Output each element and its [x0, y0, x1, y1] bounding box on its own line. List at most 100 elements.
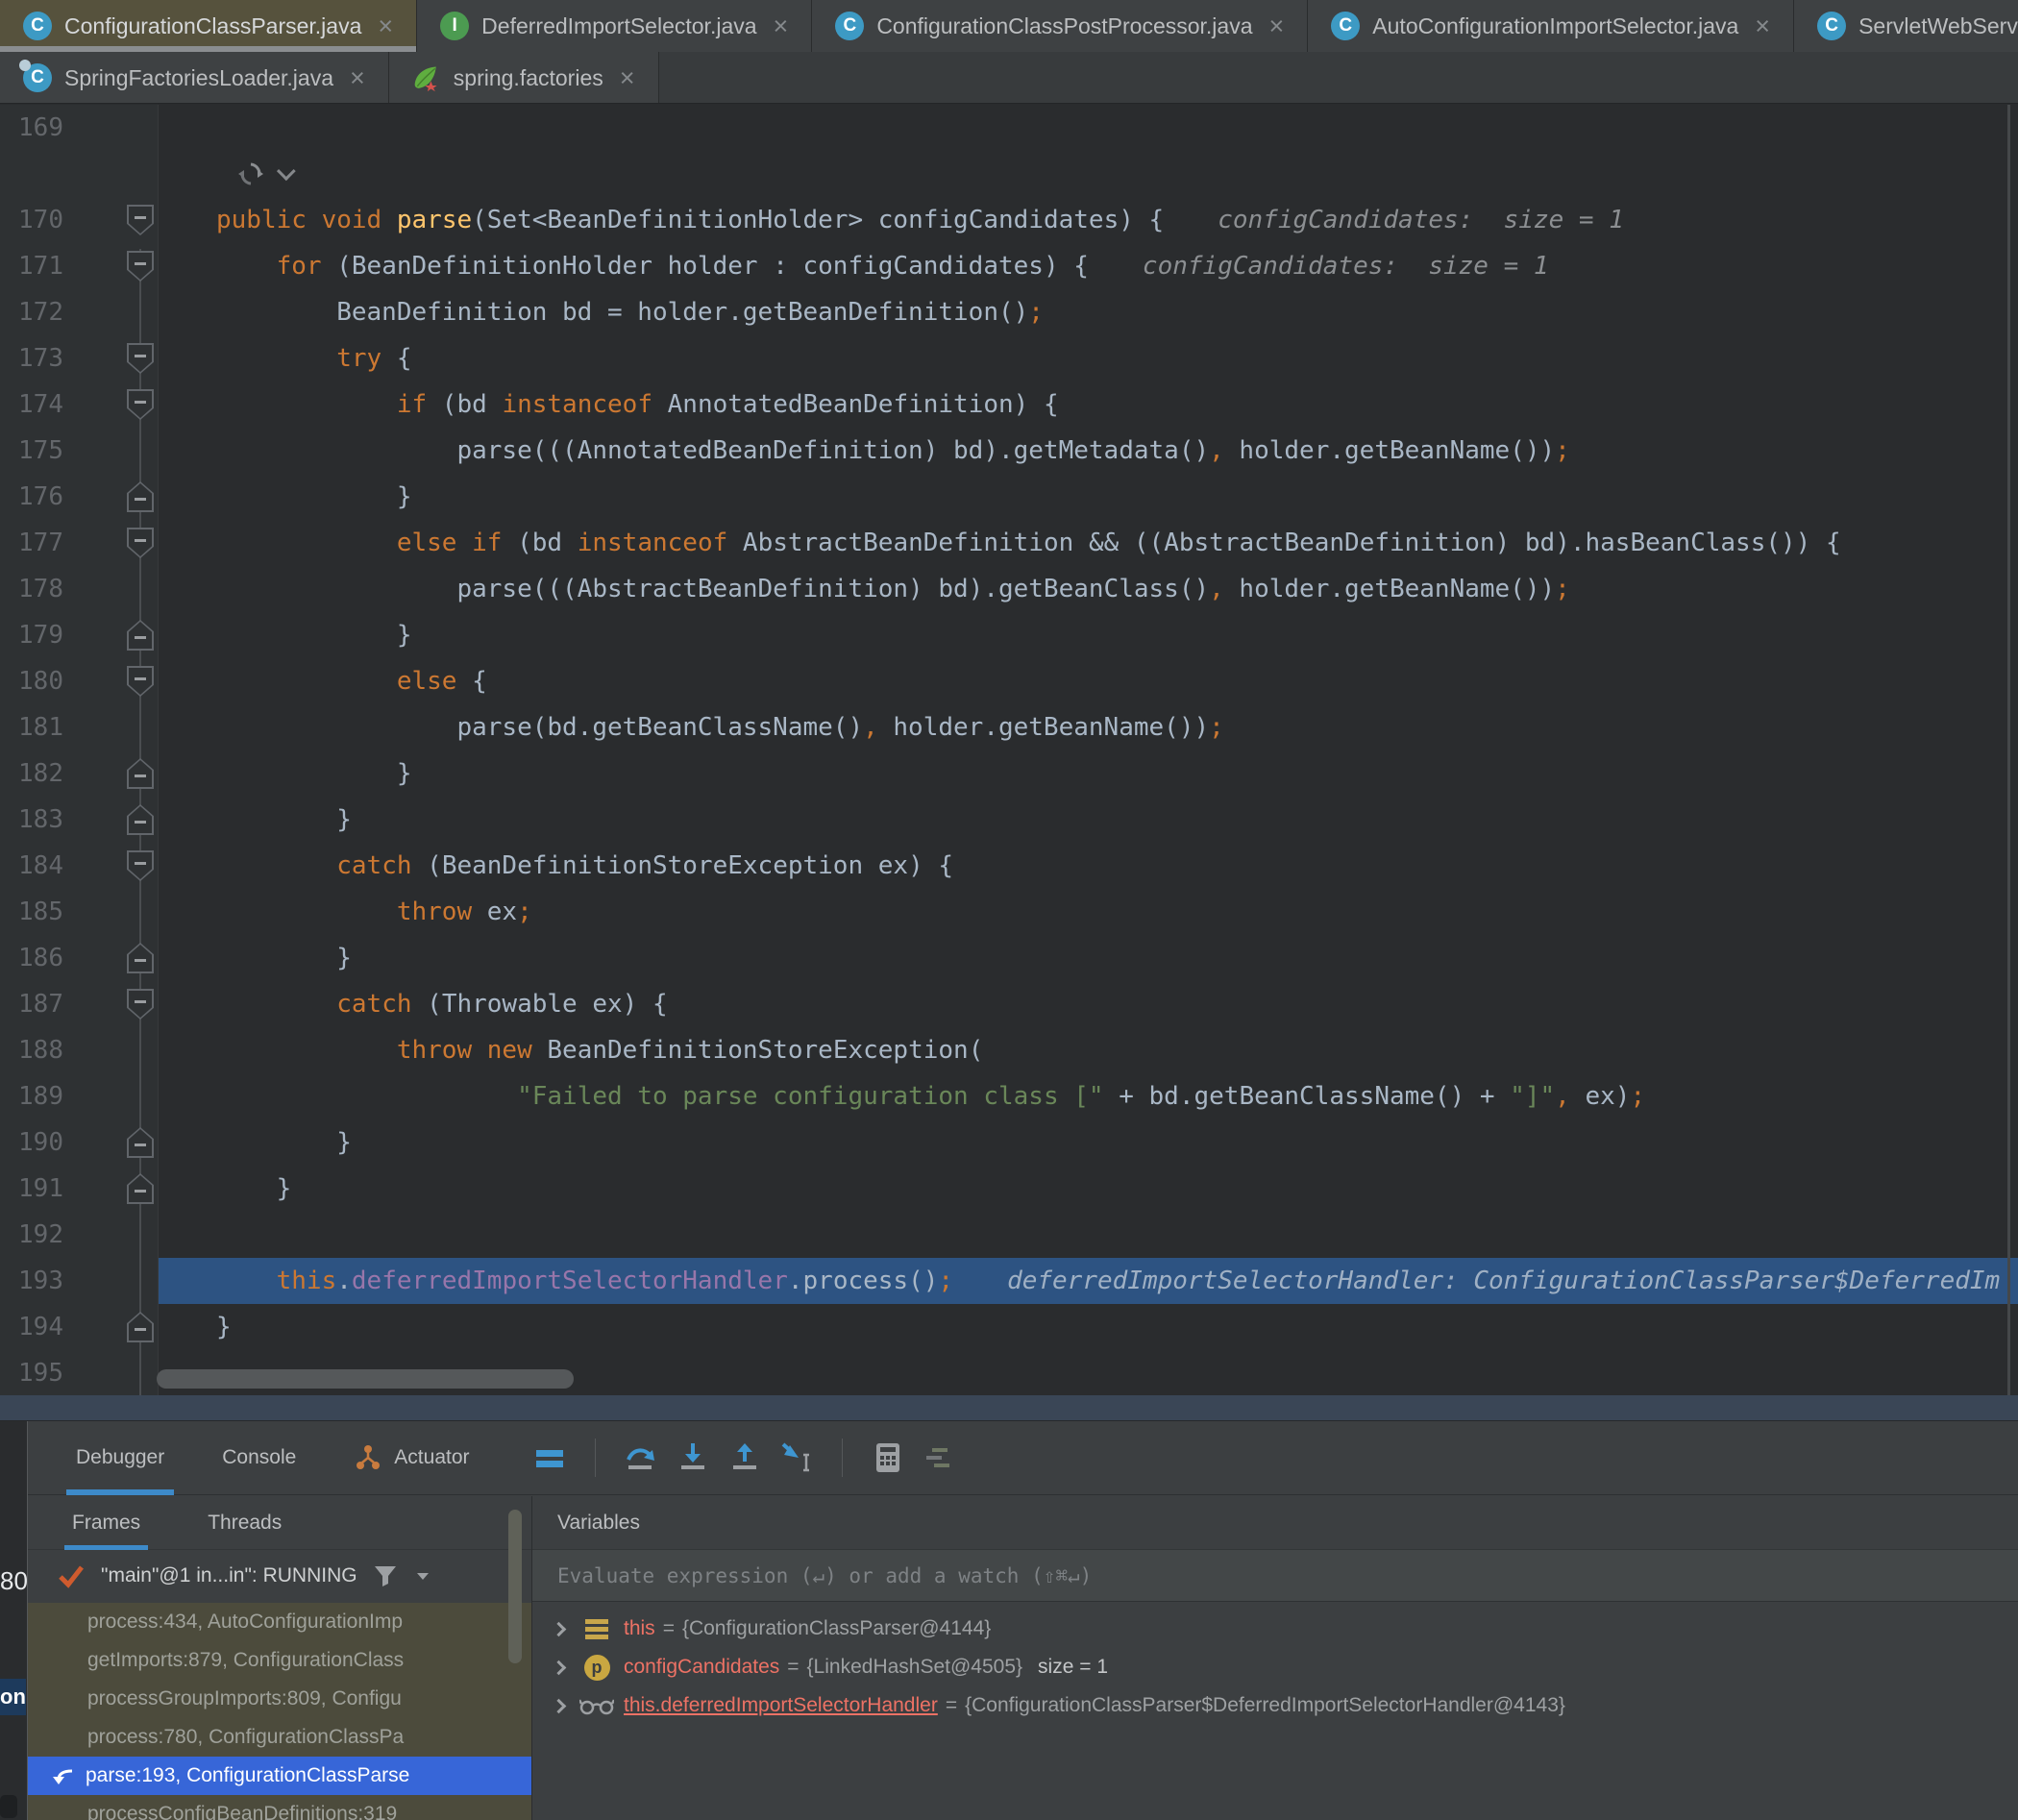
code-line-gutter[interactable]: 174: [0, 381, 159, 428]
fold-marker-icon[interactable]: [127, 620, 154, 651]
code-line-gutter[interactable]: 170: [0, 197, 159, 243]
java-class-file-icon: C: [1331, 12, 1360, 40]
code-line: 192: [0, 1212, 2018, 1258]
filter-funnel-icon[interactable]: [373, 1563, 398, 1588]
expand-chevron-icon[interactable]: [552, 1621, 567, 1636]
fold-marker-icon[interactable]: [127, 804, 154, 835]
code-line-gutter[interactable]: 192: [0, 1212, 159, 1258]
code-line-gutter[interactable]: 189: [0, 1073, 159, 1119]
code-line-gutter[interactable]: 169: [0, 105, 159, 151]
close-tab-icon[interactable]: ×: [774, 13, 789, 39]
code-line-gutter[interactable]: 177: [0, 520, 159, 566]
fold-marker-icon[interactable]: [127, 943, 154, 973]
editor-horizontal-scrollbar[interactable]: [157, 1369, 574, 1389]
close-tab-icon[interactable]: ×: [1269, 13, 1285, 39]
fold-marker-icon[interactable]: [127, 251, 154, 282]
code-line-gutter[interactable]: 193: [0, 1258, 159, 1304]
code-line-gutter[interactable]: 185: [0, 889, 159, 935]
close-tab-icon[interactable]: ×: [378, 13, 393, 39]
fold-marker-icon[interactable]: [127, 989, 154, 1020]
inlay-actions[interactable]: [159, 151, 2018, 197]
code-line-gutter[interactable]: 186: [0, 935, 159, 981]
show-execution-point-button[interactable]: [531, 1439, 568, 1476]
expand-chevron-icon[interactable]: [552, 1698, 567, 1713]
close-tab-icon[interactable]: ×: [1755, 13, 1770, 39]
code-line-gutter[interactable]: 183: [0, 797, 159, 843]
editor-vertical-scrollbar[interactable]: [2007, 105, 2010, 1395]
code-line-gutter[interactable]: 181: [0, 704, 159, 750]
code-line-gutter[interactable]: 179: [0, 612, 159, 658]
fold-marker-icon[interactable]: [127, 850, 154, 881]
toolbar-separator: [842, 1439, 843, 1477]
tab-debugger[interactable]: Debugger: [72, 1421, 168, 1495]
editor-tab-autoconfigurationimportselector-java[interactable]: CAutoConfigurationImportSelector.java×: [1308, 0, 1794, 52]
editor-tab-configurationclasspostprocessor-java[interactable]: CConfigurationClassPostProcessor.java×: [812, 0, 1308, 52]
stack-frame-row[interactable]: processGroupImports:809, Configu: [28, 1680, 531, 1718]
code-line-gutter[interactable]: 190: [0, 1119, 159, 1166]
step-into-button[interactable]: [675, 1439, 711, 1476]
code-line-gutter[interactable]: 182: [0, 750, 159, 797]
editor-tab-configurationclassparser-java[interactable]: CConfigurationClassParser.java×: [0, 0, 417, 52]
code-token: .process(): [788, 1267, 939, 1295]
frames-scrollbar[interactable]: [508, 1510, 522, 1663]
code-line-gutter[interactable]: 191: [0, 1166, 159, 1212]
code-line-gutter[interactable]: 171: [0, 243, 159, 289]
code-line-gutter[interactable]: 180: [0, 658, 159, 704]
run-to-cursor-button[interactable]: [778, 1439, 815, 1476]
stack-frame-row[interactable]: getImports:879, ConfigurationClass: [28, 1641, 531, 1680]
tab-frames[interactable]: Frames: [72, 1496, 140, 1550]
variable-row[interactable]: this={ConfigurationClassParser@4144}: [532, 1610, 2018, 1648]
variable-row[interactable]: this.deferredImportSelectorHandler={Conf…: [532, 1686, 2018, 1725]
code-token: parse(((AbstractBeanDefinition) bd).getB…: [216, 575, 1209, 603]
fold-marker-icon[interactable]: [127, 343, 154, 374]
code-token: if: [472, 529, 502, 557]
close-tab-icon[interactable]: ×: [620, 65, 635, 91]
fold-marker-icon[interactable]: [127, 389, 154, 420]
code-line-gutter[interactable]: 176: [0, 474, 159, 520]
code-token: [216, 252, 277, 281]
fold-marker-icon[interactable]: [127, 1127, 154, 1158]
code-line-gutter[interactable]: 173: [0, 335, 159, 381]
stack-frame-row[interactable]: process:780, ConfigurationClassPa: [28, 1718, 531, 1757]
editor-tab-springfactoriesloader-java[interactable]: CSpringFactoriesLoader.java×: [0, 52, 389, 104]
fold-marker-icon[interactable]: [127, 1312, 154, 1342]
code-line-gutter[interactable]: 187: [0, 981, 159, 1027]
stack-frame-row[interactable]: parse:193, ConfigurationClassParse: [28, 1757, 531, 1795]
fold-marker-icon[interactable]: [127, 481, 154, 512]
code-line-gutter[interactable]: 188: [0, 1027, 159, 1073]
variable-row[interactable]: pconfigCandidates={LinkedHashSet@4505}si…: [532, 1648, 2018, 1686]
code-line-gutter[interactable]: 184: [0, 843, 159, 889]
code-line-gutter[interactable]: 178: [0, 566, 159, 612]
fold-marker-icon[interactable]: [127, 1173, 154, 1204]
editor-tab-spring-factories[interactable]: spring.factories×: [389, 52, 659, 104]
code-token: [216, 667, 397, 696]
layout-settings-button[interactable]: [922, 1439, 958, 1476]
step-out-button[interactable]: [726, 1439, 763, 1476]
stack-frame-row[interactable]: process:434, AutoConfigurationImp: [28, 1603, 531, 1641]
code-line-gutter[interactable]: 175: [0, 428, 159, 474]
editor-tab-servletwebserverapplic[interactable]: CServletWebServerApplic: [1794, 0, 2018, 52]
code-line-gutter[interactable]: [0, 151, 159, 197]
thread-dropdown-chevron-icon[interactable]: [413, 1566, 432, 1586]
code-line-gutter[interactable]: 172: [0, 289, 159, 335]
code-line-text: throw new BeanDefinitionStoreException(: [159, 1027, 2018, 1073]
fold-marker-icon[interactable]: [127, 666, 154, 697]
evaluate-expression-input[interactable]: Evaluate expression (↵) or add a watch (…: [532, 1550, 2018, 1602]
code-line-gutter[interactable]: 194: [0, 1304, 159, 1350]
expand-chevron-icon[interactable]: [552, 1660, 567, 1675]
code-editor[interactable]: 169170public void parse(Set<BeanDefiniti…: [0, 105, 2018, 1395]
fold-marker-icon[interactable]: [127, 205, 154, 235]
step-over-button[interactable]: [623, 1439, 659, 1476]
evaluate-expression-button[interactable]: [870, 1439, 906, 1476]
stack-frame-row[interactable]: processConfigBeanDefinitions:319: [28, 1795, 531, 1820]
fold-marker-icon[interactable]: [127, 758, 154, 789]
code-token: AnnotatedBeanDefinition) {: [652, 390, 1059, 419]
tab-threads[interactable]: Threads: [208, 1496, 282, 1550]
tab-console[interactable]: Console: [218, 1421, 300, 1495]
close-tab-icon[interactable]: ×: [350, 65, 365, 91]
code-line-gutter[interactable]: 195: [0, 1350, 159, 1395]
tab-actuator[interactable]: Actuator: [350, 1421, 473, 1495]
fold-marker-icon[interactable]: [127, 528, 154, 558]
thread-selector[interactable]: "main"@1 in...in": RUNNING: [28, 1550, 531, 1602]
editor-tab-deferredimportselector-java[interactable]: IDeferredImportSelector.java×: [417, 0, 812, 52]
